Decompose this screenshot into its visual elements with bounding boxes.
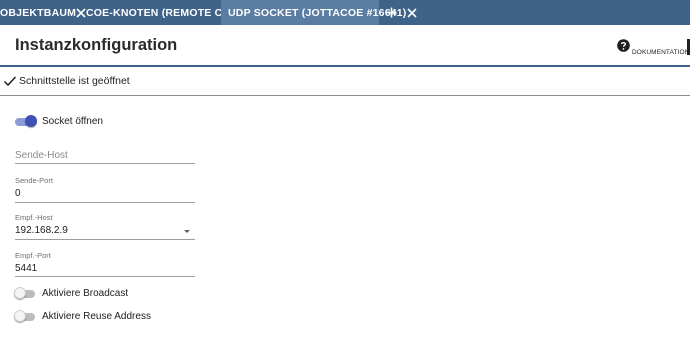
recv-host-select[interactable]: Empf.-Host 192.168.2.9 xyxy=(15,213,195,241)
toggle-label: Socket öffnen xyxy=(42,115,103,127)
tab-label: COE-KNOTEN (REMOTE CMI) xyxy=(86,6,239,19)
toggle-label: Aktiviere Reuse Address xyxy=(42,310,151,322)
status-text: Schnittstelle ist geöffnet xyxy=(19,75,130,87)
field-underline xyxy=(15,239,195,240)
field-underline xyxy=(15,163,195,164)
close-icon[interactable] xyxy=(406,0,417,25)
help-icon xyxy=(617,39,630,57)
toggle-label: Aktiviere Broadcast xyxy=(42,287,129,299)
tab-label: OBJEKTBAUM xyxy=(0,6,77,19)
broadcast-toggle[interactable]: Aktiviere Broadcast xyxy=(14,287,128,299)
check-icon xyxy=(3,74,17,88)
field-underline xyxy=(15,276,195,277)
page-header: Instanzkonfiguration DOKUMENTATION xyxy=(0,25,690,67)
status-row: Schnittstelle ist geöffnet xyxy=(0,67,690,96)
tab-objektbaum[interactable]: OBJEKTBAUM xyxy=(0,0,86,25)
send-host-field[interactable]: Sende-Host xyxy=(15,147,195,165)
tab-udp-socket[interactable]: UDP SOCKET (JOTTACOE #16641) xyxy=(221,0,417,25)
page-title: Instanzkonfiguration xyxy=(15,36,178,54)
add-tab-icon[interactable] xyxy=(379,0,403,25)
recv-host-label: Empf.-Host xyxy=(15,213,53,222)
recv-port-label: Empf.-Port xyxy=(15,251,51,260)
toggle-switch[interactable] xyxy=(14,287,36,299)
toggle-switch[interactable] xyxy=(14,310,36,322)
chevron-down-icon[interactable] xyxy=(184,230,190,233)
documentation-label: DOKUMENTATION xyxy=(632,48,690,56)
field-underline xyxy=(15,202,195,203)
send-port-value: 0 xyxy=(15,188,21,199)
tab-bar: OBJEKTBAUM COE-KNOTEN (REMOTE CMI) UDP S… xyxy=(0,0,690,25)
tab-coe-knoten[interactable]: COE-KNOTEN (REMOTE CMI) xyxy=(78,0,254,25)
toggle-switch[interactable] xyxy=(14,115,37,127)
send-port-label: Sende-Port xyxy=(15,176,53,185)
recv-host-value: 192.168.2.9 xyxy=(15,225,68,236)
reuse-address-toggle[interactable]: Aktiviere Reuse Address xyxy=(14,310,151,322)
socket-open-toggle[interactable]: Socket öffnen xyxy=(14,115,103,127)
documentation-button[interactable]: DOKUMENTATION xyxy=(617,38,689,58)
send-host-placeholder: Sende-Host xyxy=(15,150,68,161)
recv-port-value: 5441 xyxy=(15,263,38,274)
recv-port-field[interactable]: Empf.-Port 5441 xyxy=(15,251,195,279)
send-port-field[interactable]: Sende-Port 0 xyxy=(15,176,195,204)
